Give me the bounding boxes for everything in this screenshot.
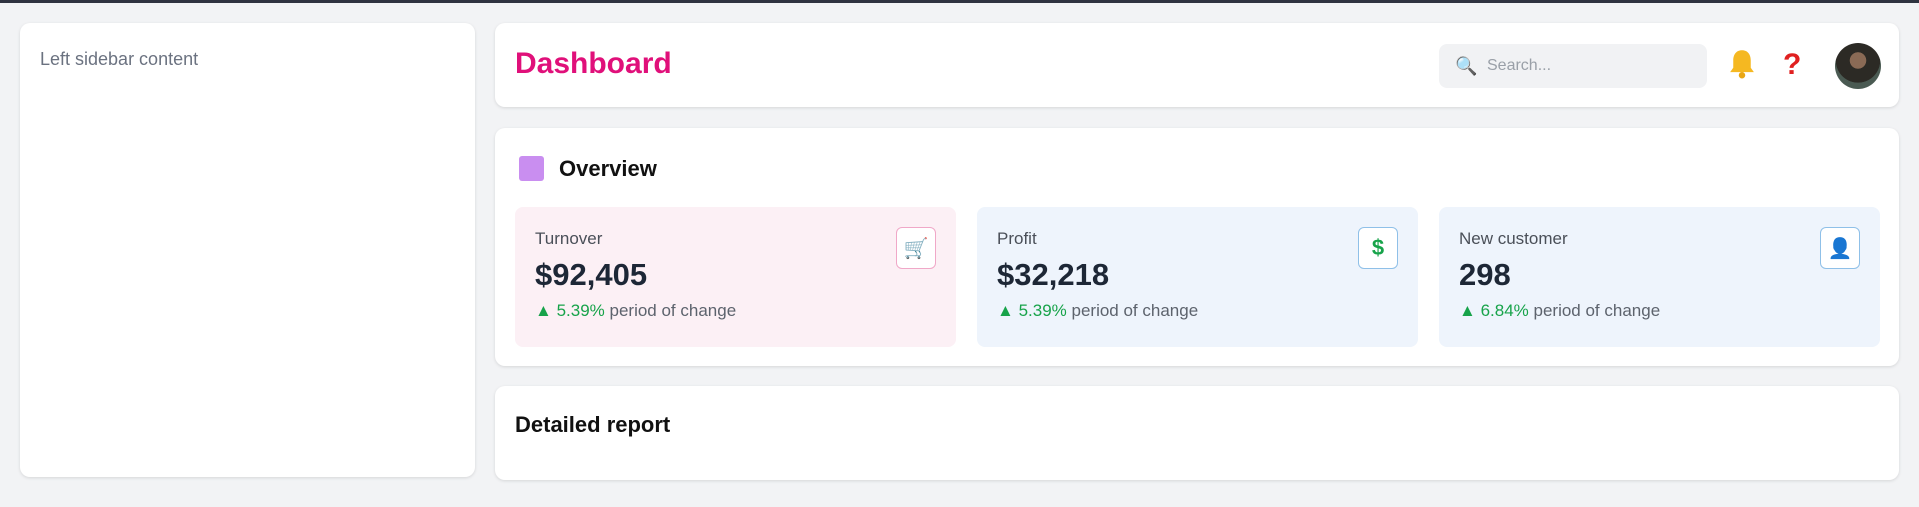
search-icon: 🔍 (1455, 55, 1478, 76)
stat-value: $92,405 (535, 257, 648, 292)
stat-change: ▲ 5.39% period of change (997, 301, 1398, 321)
stat-card-turnover[interactable]: Turnover $92,405 ▲ 5.39% period of chang… (515, 207, 956, 347)
up-arrow-icon: ▲ (1459, 301, 1476, 320)
stat-change-percent: 5.39% (556, 301, 605, 320)
overview-title: Overview (559, 156, 657, 181)
stat-value: 298 (1459, 257, 1511, 292)
overview-panel: Overview Turnover $92,405 ▲ 5.39% period… (495, 128, 1899, 366)
stat-change-text: period of change (1071, 301, 1199, 320)
stat-change: ▲ 6.84% period of change (1459, 301, 1860, 321)
stat-change-text: period of change (1533, 301, 1661, 320)
stat-value: $32,218 (997, 257, 1110, 292)
left-sidebar: Left sidebar content (20, 23, 475, 477)
stat-label: Turnover (535, 229, 603, 248)
stat-change-text: period of change (609, 301, 737, 320)
detailed-report-panel: Detailed report (495, 386, 1899, 480)
stat-change: ▲ 5.39% period of change (535, 301, 936, 321)
help-icon[interactable]: ? (1783, 45, 1801, 85)
stat-label: Profit (997, 229, 1037, 248)
page-title: Dashboard (515, 47, 672, 80)
up-arrow-icon: ▲ (535, 301, 552, 320)
search-box[interactable]: 🔍 (1439, 44, 1707, 88)
stat-card-new-customer[interactable]: New customer 298 ▲ 6.84% period of chang… (1439, 207, 1880, 347)
dollar-icon: $ (1358, 227, 1398, 269)
sidebar-content-text: Left sidebar content (40, 49, 199, 69)
stat-label: New customer (1459, 229, 1568, 248)
bell-icon[interactable] (1727, 47, 1757, 81)
up-arrow-icon: ▲ (997, 301, 1014, 320)
cart-icon: 🛒 (896, 227, 936, 269)
user-avatar[interactable] (1835, 43, 1881, 89)
report-title: Detailed report (515, 412, 671, 437)
top-header: Dashboard 🔍 ? (495, 23, 1899, 107)
user-icon: 👤 (1820, 227, 1860, 269)
stat-change-percent: 6.84% (1480, 301, 1529, 320)
overview-square-icon (519, 156, 544, 181)
stat-change-percent: 5.39% (1018, 301, 1067, 320)
stat-card-profit[interactable]: Profit $32,218 ▲ 5.39% period of change … (977, 207, 1418, 347)
search-input[interactable] (1487, 57, 1687, 75)
